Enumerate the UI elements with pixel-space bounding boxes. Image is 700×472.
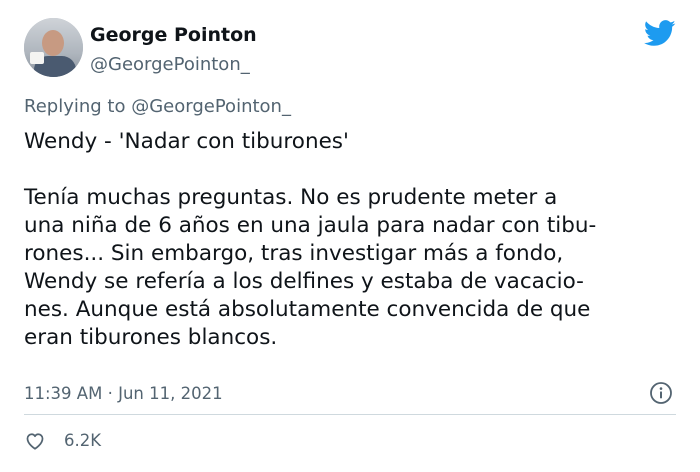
- avatar-cup: [30, 52, 44, 64]
- tweet-line: Wendy se refería a los delfines y estaba…: [24, 269, 584, 294]
- tweet-line: rones... Sin embargo, tras investigar má…: [24, 241, 564, 266]
- tweet-line: nes. Aunque está absolutamente convencid…: [24, 297, 591, 322]
- replying-to: Replying to @GeorgePointon_: [24, 96, 291, 117]
- tweet-line: Wendy - 'Nadar con tiburones': [24, 129, 349, 154]
- replying-prefix: Replying to: [24, 96, 126, 117]
- avatar[interactable]: [24, 18, 83, 77]
- tweet-text: Wendy - 'Nadar con tiburones' Tenía much…: [24, 128, 674, 352]
- like-count: 6.2K: [64, 431, 102, 450]
- tweet-line: una niña de 6 años en una jaula para nad…: [24, 213, 597, 238]
- tweet-timestamp[interactable]: 11:39 AM · Jun 11, 2021: [24, 384, 223, 403]
- tweet-line: eran tiburones blancos.: [24, 325, 278, 350]
- tweet-date: Jun 11, 2021: [118, 384, 223, 403]
- tweet-time: 11:39 AM: [24, 384, 103, 403]
- meta-separator: ·: [107, 384, 113, 403]
- avatar-head: [42, 30, 64, 56]
- info-icon[interactable]: [649, 381, 673, 405]
- author-name[interactable]: George Pointon: [90, 24, 257, 46]
- twitter-bird-icon[interactable]: [644, 20, 676, 47]
- tweet-header: George Pointon @GeorgePointon_: [24, 18, 676, 82]
- replying-mention[interactable]: @GeorgePointon_: [131, 96, 291, 117]
- heart-icon: [26, 433, 44, 450]
- divider: [24, 414, 676, 415]
- author-handle[interactable]: @GeorgePointon_: [90, 54, 250, 75]
- tweet-line: Tenía muchas preguntas. No es prudente m…: [24, 185, 558, 210]
